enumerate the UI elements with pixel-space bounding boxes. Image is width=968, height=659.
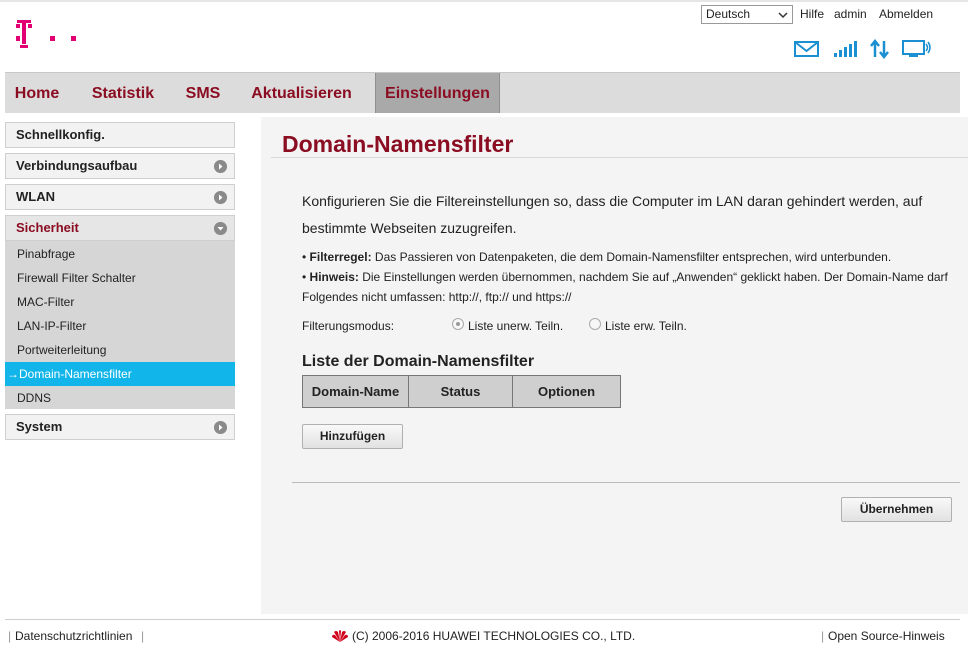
intro-text: Konfigurieren Sie die Filtereinstellunge… [302, 193, 923, 236]
sidebar-section-verbindungsaufbau[interactable]: Verbindungsaufbau [5, 153, 235, 179]
sidebar-section-label: Verbindungsaufbau [16, 158, 138, 173]
title-divider [271, 157, 968, 158]
nav-tab-sms[interactable]: SMS [183, 73, 223, 113]
radio-whitelist[interactable] [589, 318, 601, 330]
sidebar-item-portweiterleitung[interactable]: Portweiterleitung [5, 338, 235, 362]
sidebar-section-label: Sicherheit [16, 220, 79, 235]
signal-icon [834, 41, 857, 57]
nav-tab-home[interactable]: Home [11, 73, 63, 113]
sidebar-item-pinabfrage[interactable]: Pinabfrage [5, 242, 235, 266]
footer-divider [5, 619, 960, 620]
chevron-right-icon [214, 160, 227, 173]
bullet-dot: • [302, 250, 307, 264]
hint-text: Die Einstellungen werden übernommen, nac… [302, 270, 948, 304]
column-header-domain-name: Domain-Name [303, 376, 409, 407]
chevron-down-icon [214, 222, 227, 235]
nav-tab-statistik[interactable]: Statistik [89, 73, 157, 113]
sidebar-item-firewall-filter-schalter[interactable]: Firewall Filter Schalter [5, 266, 235, 290]
radio-blacklist[interactable] [452, 318, 464, 330]
hint-label: Hinweis: [309, 270, 359, 284]
huawei-logo-icon [332, 630, 348, 642]
sidebar-section-wlan[interactable]: WLAN [5, 184, 235, 210]
radio-whitelist-label[interactable]: Liste erw. Teiln. [605, 319, 687, 333]
sidebar-item-mac-filter[interactable]: MAC-Filter [5, 290, 235, 314]
sidebar-item-lan-ip-filter[interactable]: LAN-IP-Filter [5, 314, 235, 338]
chevron-down-icon [778, 12, 788, 19]
filter-rule-label: Filterregel: [309, 250, 372, 264]
footer-separator: | [821, 629, 825, 643]
radio-blacklist-label[interactable]: Liste unerw. Teiln. [468, 319, 563, 333]
filter-mode-label: Filterungsmodus: [302, 319, 395, 333]
language-select[interactable]: Deutsch [701, 5, 793, 24]
sidebar-item-domain-namensfilter[interactable]: →Domain-Namensfilter [5, 362, 235, 386]
logout-link[interactable]: Abmelden [879, 7, 933, 21]
list-title: Liste der Domain-Namensfilter [302, 353, 535, 370]
open-source-link[interactable]: Open Source-Hinweis [828, 629, 945, 643]
content-panel: Domain-Namensfilter Konfigurieren Sie di… [261, 117, 968, 614]
monitor-icon [902, 40, 931, 57]
language-select-value: Deutsch [706, 7, 751, 21]
hint-note: • Hinweis: Die Einstellungen werden über… [302, 267, 952, 307]
sidebar-section-label: System [16, 419, 63, 434]
copyright-text: (C) 2006-2016 HUAWEI TECHNOLOGIES CO., L… [352, 629, 636, 643]
filter-rule-text: Das Passieren von Datenpaketen, die dem … [371, 250, 892, 264]
section-divider [292, 482, 960, 483]
help-link[interactable]: Hilfe [800, 7, 824, 21]
filter-rule-note: • Filterregel: Das Passieren von Datenpa… [302, 247, 952, 267]
sidebar-item-label: Domain-Namensfilter [19, 367, 132, 381]
bullet-dot: • [302, 270, 307, 284]
page-title: Domain-Namensfilter [282, 131, 514, 157]
nav-tab-einstellungen[interactable]: Einstellungen [375, 73, 500, 113]
mail-icon[interactable] [794, 38, 820, 60]
telekom-logo [16, 20, 76, 48]
sidebar-section-sicherheit[interactable]: Sicherheit [5, 215, 235, 241]
footer-separator: | [8, 629, 12, 643]
active-arrow: → [7, 367, 19, 381]
privacy-link[interactable]: Datenschutzrichtlinien [15, 629, 132, 643]
column-header-status: Status [409, 376, 513, 407]
sidebar-item-ddns[interactable]: DDNS [5, 386, 235, 410]
sidebar-section-label: WLAN [16, 189, 55, 204]
domain-filter-table: Domain-Name Status Optionen [302, 375, 621, 408]
chevron-right-icon [214, 421, 227, 434]
sidebar-section-schnellkonfig[interactable]: Schnellkonfig. [5, 122, 235, 148]
top-border [0, 0, 968, 2]
data-transfer-icon [870, 38, 889, 60]
sidebar-section-system[interactable]: System [5, 414, 235, 440]
nav-tab-aktualisieren[interactable]: Aktualisieren [248, 73, 355, 113]
chevron-right-icon [214, 191, 227, 204]
user-link[interactable]: admin [834, 7, 867, 21]
column-header-options: Optionen [537, 384, 596, 399]
main-nav: Home Statistik SMS Aktualisieren Einstel… [5, 72, 960, 113]
footer-separator: | [141, 629, 145, 643]
add-button[interactable]: Hinzufügen [302, 424, 403, 449]
sidebar-section-label: Schnellkonfig. [16, 127, 105, 142]
apply-button[interactable]: Übernehmen [841, 497, 952, 522]
